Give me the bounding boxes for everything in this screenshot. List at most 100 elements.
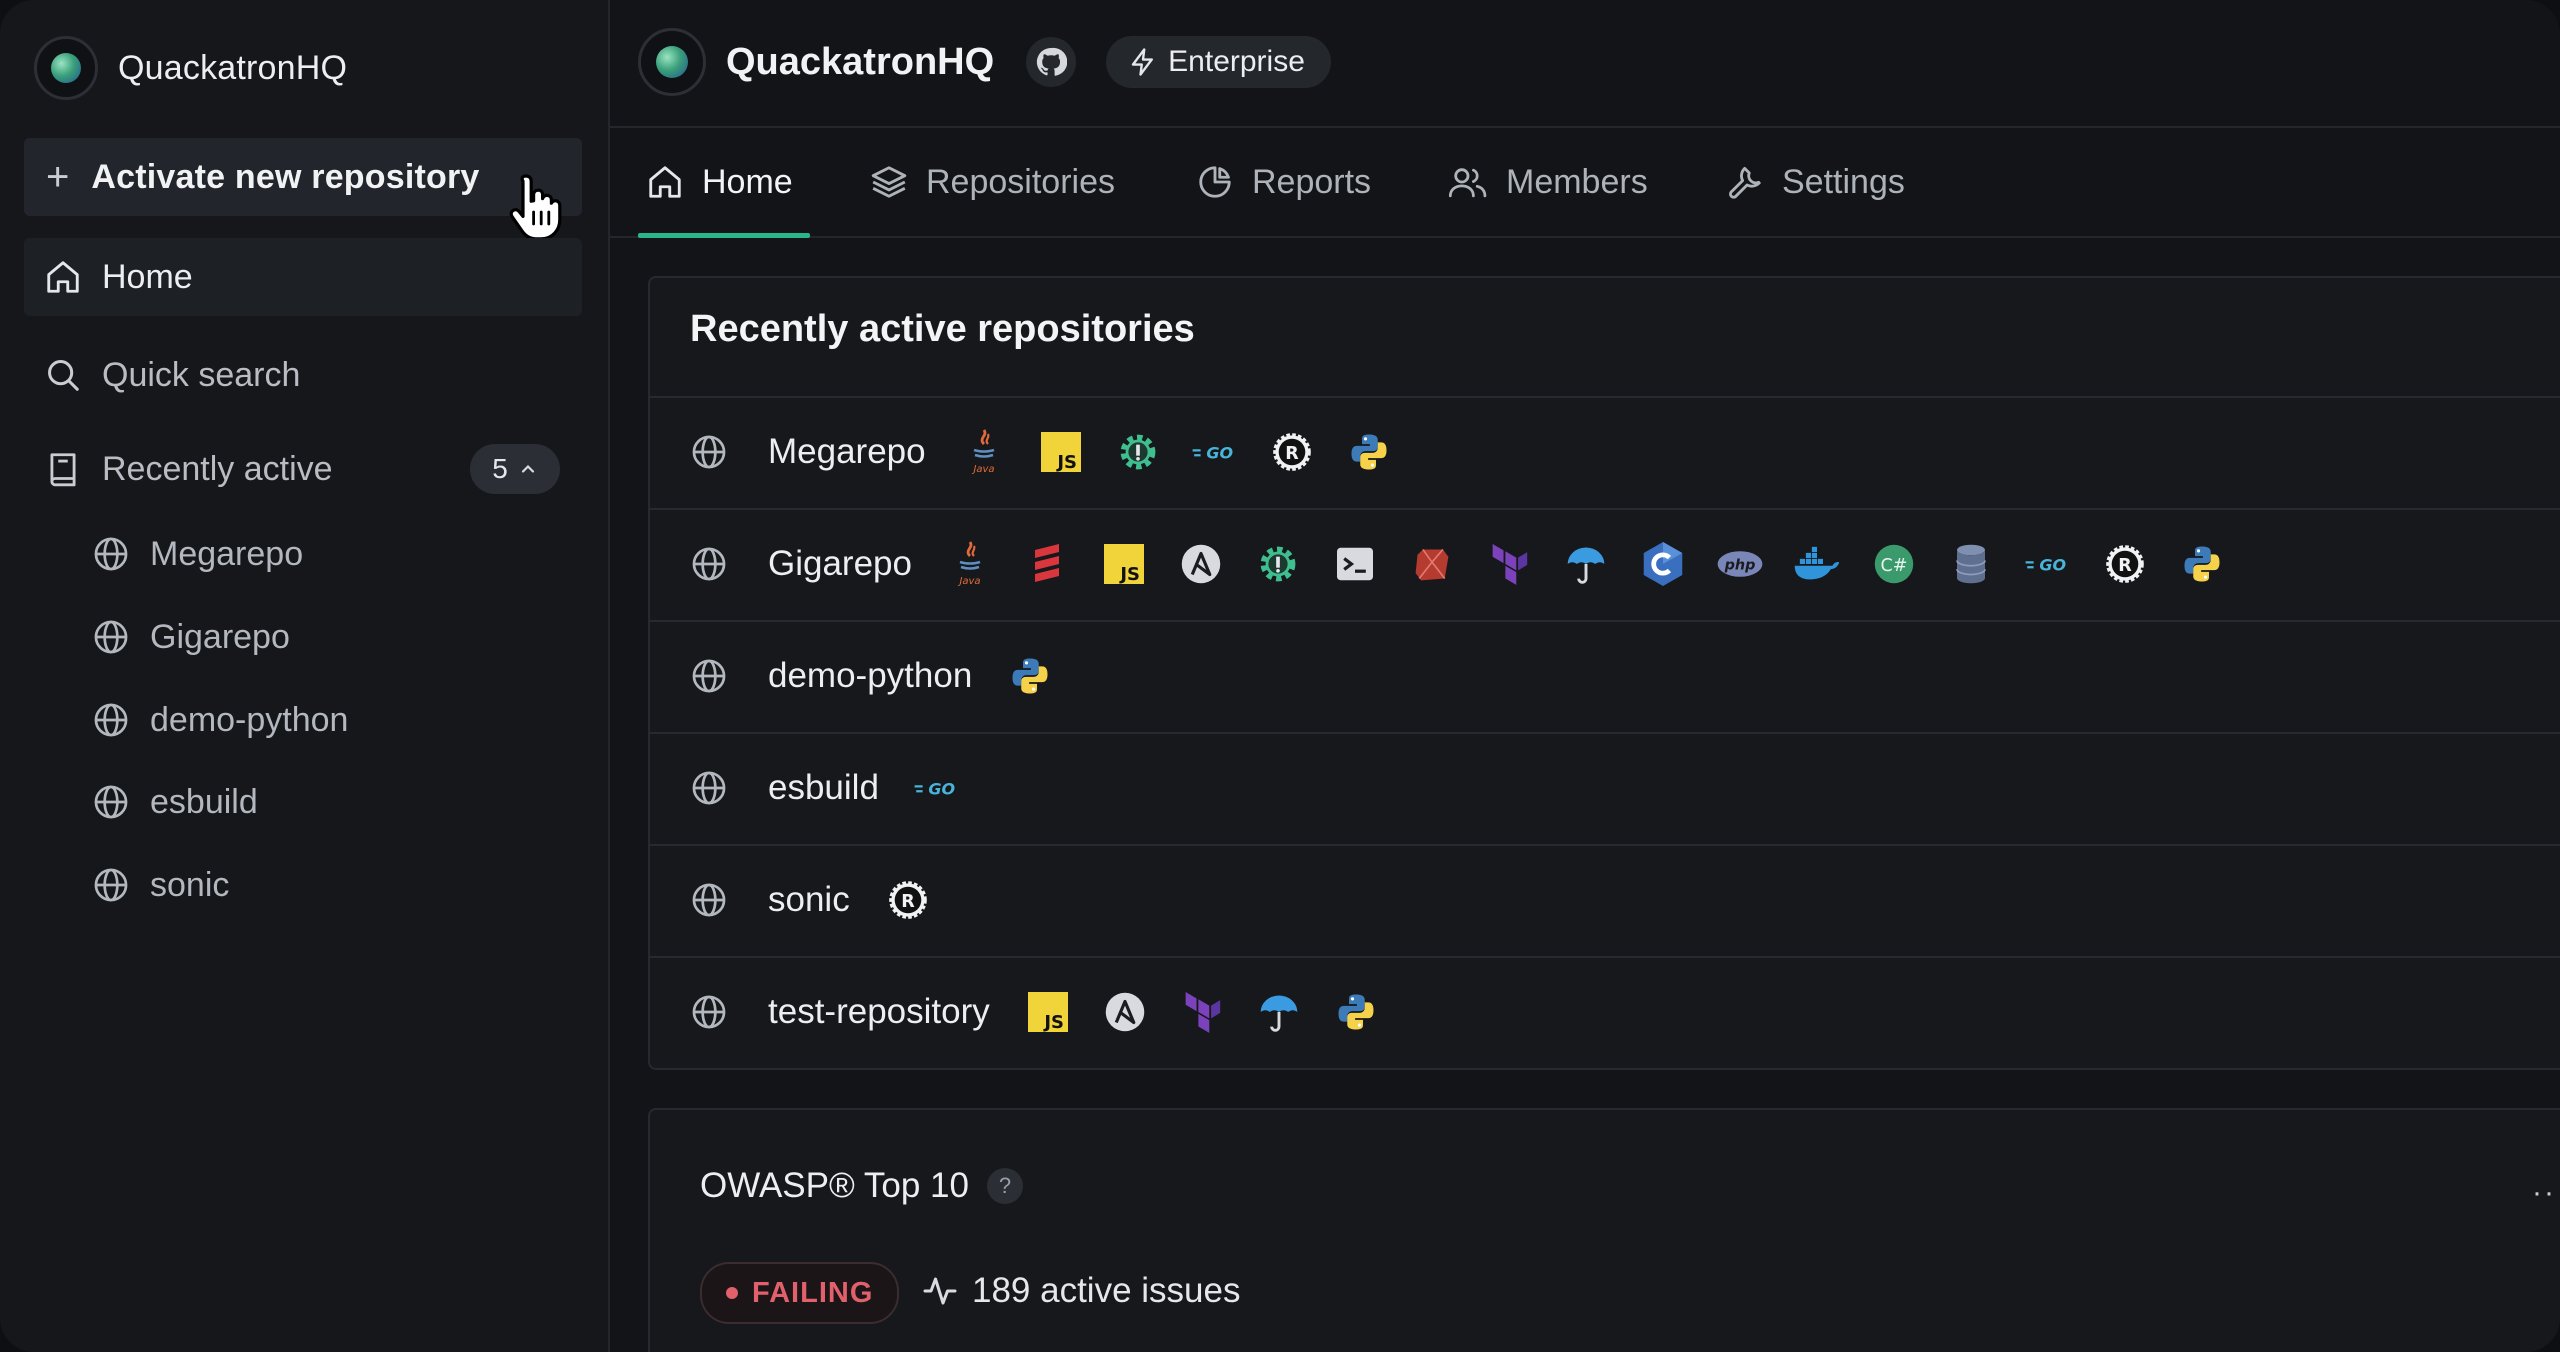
recent-repositories-card: Recently active repositories Megarepo Ja… xyxy=(648,276,2560,1070)
language-icons xyxy=(1006,652,1054,700)
secrets-gear-icon xyxy=(1254,540,1302,588)
svg-text:php: php xyxy=(1724,558,1756,574)
sidebar-item-home[interactable]: Home xyxy=(24,238,582,316)
go-icon: GO xyxy=(2024,540,2072,588)
hand-pointer-icon xyxy=(509,174,562,241)
sql-database-icon xyxy=(1947,540,1995,588)
recent-count-badge[interactable]: 5 xyxy=(470,444,560,494)
language-icons: Java JS GO R xyxy=(960,428,1393,476)
globe-icon xyxy=(94,785,128,819)
sidebar-repo-label: demo-python xyxy=(150,700,349,739)
active-issues[interactable]: 189 active issues xyxy=(922,1262,1240,1320)
java-icon: Java xyxy=(946,540,994,588)
github-icon xyxy=(1037,47,1068,76)
svg-text:JS: JS xyxy=(1118,564,1140,584)
svg-text:GO: GO xyxy=(928,779,955,798)
owasp-title-label: OWASP® Top 10 xyxy=(700,1166,969,1205)
layers-icon xyxy=(871,166,907,198)
tab-settings[interactable]: Settings xyxy=(1726,128,1905,236)
org-avatar xyxy=(34,36,98,100)
shell-terminal-icon xyxy=(1331,540,1379,588)
globe-icon xyxy=(94,620,128,654)
repo-name: test-repository xyxy=(768,992,990,1031)
globe-icon xyxy=(94,703,128,737)
plus-icon: + xyxy=(46,155,70,199)
terraform-icon xyxy=(1178,988,1226,1036)
coverage-umbrella-icon xyxy=(1255,988,1303,1036)
repo-row[interactable]: demo-python xyxy=(650,620,2560,730)
repo-row[interactable]: Megarepo Java JS GO R xyxy=(650,396,2560,506)
tab-reports[interactable]: Reports xyxy=(1196,128,1371,236)
search-icon xyxy=(48,360,79,391)
tab-label: Settings xyxy=(1782,162,1905,201)
ansible-icon xyxy=(1101,988,1149,1036)
go-icon: GO xyxy=(913,764,961,812)
sidebar-repo-item[interactable]: sonic xyxy=(92,855,229,915)
sidebar-repo-item[interactable]: Gigarepo xyxy=(92,607,290,667)
activate-repository-button[interactable]: + Activate new repository xyxy=(24,138,582,216)
svg-text:R: R xyxy=(1285,444,1299,464)
java-icon: Java xyxy=(960,428,1008,476)
home-icon xyxy=(47,261,79,293)
sidebar-item-quick-search[interactable]: Quick search xyxy=(24,340,582,410)
language-icons: R xyxy=(884,876,932,924)
rust-icon: R xyxy=(2101,540,2149,588)
sidebar-item-recently-active[interactable]: Recently active 5 xyxy=(24,434,582,504)
globe-icon xyxy=(692,659,726,693)
repo-row[interactable]: Gigarepo Java JS php C# GO R xyxy=(650,508,2560,618)
activate-repository-label: Activate new repository xyxy=(91,157,480,196)
svg-text:JS: JS xyxy=(1055,452,1077,472)
main-tabs: Home Repositories Reports Members Settin… xyxy=(610,128,2560,238)
ruby-icon xyxy=(1408,540,1456,588)
svg-text:Java: Java xyxy=(957,576,980,587)
tab-label: Repositories xyxy=(926,162,1115,201)
help-icon[interactable]: ? xyxy=(986,1168,1023,1204)
enterprise-label: Enterprise xyxy=(1168,45,1305,78)
active-tab-indicator xyxy=(638,233,810,238)
tab-members[interactable]: Members xyxy=(1448,128,1648,236)
book-icon xyxy=(50,453,76,487)
php-icon: php xyxy=(1716,540,1764,588)
repo-row[interactable]: esbuild GO xyxy=(650,732,2560,842)
svg-text:C#: C# xyxy=(1881,556,1908,576)
repo-name: Megarepo xyxy=(768,432,926,471)
svg-text:GO: GO xyxy=(1206,443,1233,462)
header-org-name: QuackatronHQ xyxy=(726,40,995,83)
bolt-icon xyxy=(1131,48,1154,76)
tab-label: Home xyxy=(702,162,793,201)
status-badge: FAILING xyxy=(700,1262,900,1324)
sidebar-repo-label: Megarepo xyxy=(150,534,304,573)
repo-name: Gigarepo xyxy=(768,544,912,583)
svg-text:GO: GO xyxy=(2039,555,2066,574)
sidebar-repo-item[interactable]: esbuild xyxy=(92,772,258,832)
python-icon xyxy=(1006,652,1054,700)
globe-icon xyxy=(692,995,726,1029)
repo-name: esbuild xyxy=(768,768,879,807)
status-label: FAILING xyxy=(752,1276,874,1309)
ansible-icon xyxy=(1177,540,1225,588)
sidebar-repo-item[interactable]: demo-python xyxy=(92,690,348,750)
tab-label: Reports xyxy=(1252,162,1372,201)
sidebar-repo-item[interactable]: Megarepo xyxy=(92,524,303,584)
globe-icon xyxy=(692,883,726,917)
svg-text:R: R xyxy=(2118,556,2132,576)
github-button[interactable] xyxy=(1026,37,1077,87)
scala-icon xyxy=(1023,540,1071,588)
more-options-icon[interactable]: ·· xyxy=(2532,1176,2556,1210)
sidebar-repo-label: esbuild xyxy=(150,782,258,821)
javascript-icon: JS xyxy=(1100,540,1148,588)
python-icon xyxy=(1332,988,1380,1036)
repo-name: demo-python xyxy=(768,656,973,695)
repo-row[interactable]: test-repository JS xyxy=(650,956,2560,1066)
org-avatar xyxy=(638,28,706,96)
org-switcher[interactable]: QuackatronHQ xyxy=(34,34,347,102)
active-issues-label: 189 active issues xyxy=(972,1271,1241,1310)
docker-icon xyxy=(1793,540,1841,588)
tab-home[interactable]: Home xyxy=(646,128,793,236)
org-name: QuackatronHQ xyxy=(118,48,348,87)
enterprise-plan-badge[interactable]: Enterprise xyxy=(1106,36,1331,88)
python-icon xyxy=(2178,540,2226,588)
repo-row[interactable]: sonic R xyxy=(650,844,2560,954)
tab-label: Members xyxy=(1506,162,1648,201)
tab-repositories[interactable]: Repositories xyxy=(870,128,1115,236)
